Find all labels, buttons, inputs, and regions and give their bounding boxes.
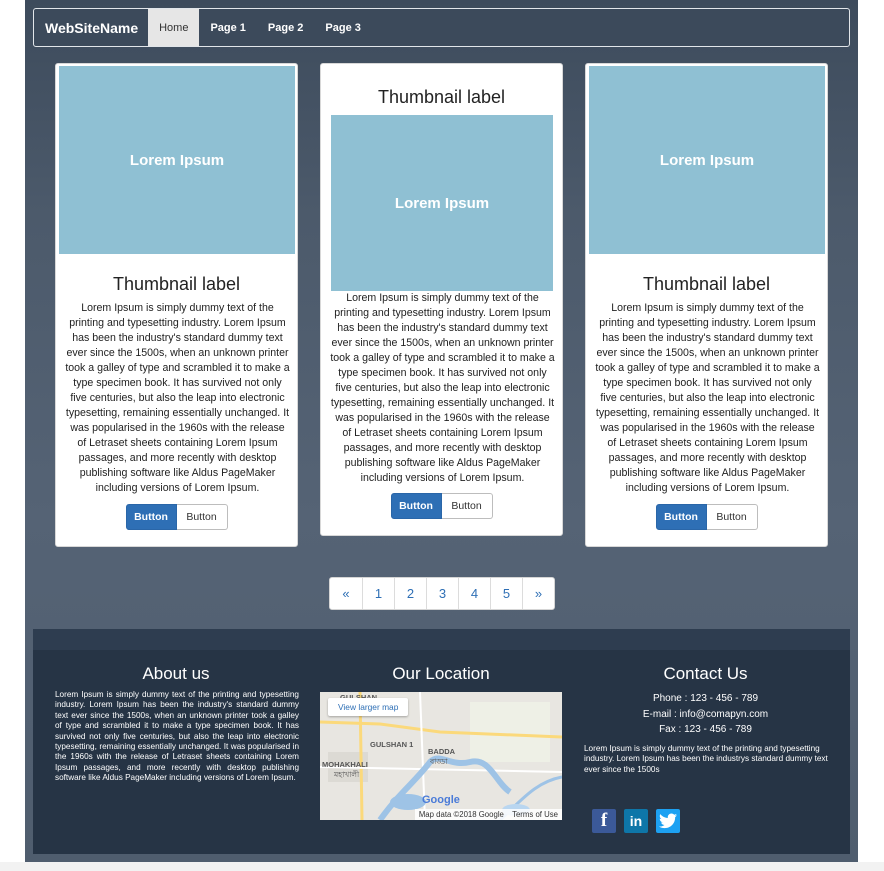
pagination-page-5[interactable]: 5 [490,578,522,609]
map-label-badda: BADDA [428,747,456,756]
pagination-next[interactable]: » [522,578,554,609]
twitter-bird [659,813,677,829]
primary-button[interactable]: Button [390,493,442,519]
pagination-page-3[interactable]: 3 [426,578,458,609]
contact-phone: Phone : 123 - 456 - 789 [652,693,759,704]
button-group: Button Button [321,493,562,519]
page-background: WebSiteName Home Page 1 Page 2 Page 3 Lo… [25,0,858,862]
contact-email: E-mail : info@comapyn.com [642,709,769,720]
footer: About us Lorem Ipsum is simply dummy tex… [33,629,850,854]
thumbnail-image: Lorem Ipsum [59,66,295,254]
twitter-icon[interactable] [656,809,680,833]
button-group: Button Button [56,504,297,530]
nav-page-1[interactable]: Page 1 [199,9,256,46]
map-attribution: Map data ©2018 Google Terms of Use [414,809,562,820]
location-map[interactable]: GULSHAN GULSHAN 1 BADDA MOHAKHALI মহাখাল… [320,692,562,820]
default-button[interactable]: Button [441,493,493,519]
thumbnail-image: Lorem Ipsum [589,66,825,254]
map-label-badda-bn: বাড্ডা [430,757,448,766]
map-label-mohakhali: MOHAKHALI [322,760,368,769]
pagination-page-2[interactable]: 2 [394,578,426,609]
about-title: About us [142,664,210,683]
nav-home[interactable]: Home [148,9,200,46]
button-group: Button Button [586,504,827,530]
pagination-page-1[interactable]: 1 [362,578,394,609]
thumbnail-title: Thumbnail label [377,87,506,107]
about-text: Lorem Ipsum is simply dummy text of the … [55,690,299,783]
brand-link[interactable]: WebSiteName [34,9,148,46]
default-button[interactable]: Button [706,504,758,530]
linkedin-icon[interactable]: in [624,809,648,833]
contact-title: Contact Us [663,664,748,683]
default-button[interactable]: Button [176,504,228,530]
thumbnail-card-3: Lorem Ipsum Thumbnail label Lorem Ipsum … [585,63,828,547]
thumbnail-text: Lorem Ipsum is simply dummy text of the … [330,292,555,484]
bottom-strip [0,862,884,871]
contact-text: Lorem Ipsum is simply dummy text of the … [584,744,828,774]
thumbnail-title: Thumbnail label [642,274,771,294]
primary-button[interactable]: Button [125,504,177,530]
primary-button[interactable]: Button [655,504,707,530]
contact-fax: Fax : 123 - 456 - 789 [659,724,752,735]
google-logo: Google [422,794,460,806]
nav-page-3[interactable]: Page 3 [314,9,371,46]
facebook-icon[interactable]: f [592,809,616,833]
thumbnail-text: Lorem Ipsum is simply dummy text of the … [65,302,290,494]
thumbnail-card-2: Thumbnail label Lorem Ipsum Lorem Ipsum … [320,63,563,536]
thumbnail-text: Lorem Ipsum is simply dummy text of the … [595,302,820,494]
pagination-page-4[interactable]: 4 [458,578,490,609]
thumbnail-title: Thumbnail label [112,274,241,294]
navbar: WebSiteName Home Page 1 Page 2 Page 3 [33,8,850,47]
thumbnail-image: Lorem Ipsum [331,115,553,291]
view-larger-map-link[interactable]: View larger map [328,698,409,716]
map-data-text: Map data ©2018 Google [418,810,504,819]
map-label-gulshan-1: GULSHAN 1 [370,740,414,749]
thumbnail-card-1: Lorem Ipsum Thumbnail label Lorem Ipsum … [55,63,298,547]
map-label-mohakhali-bn: মহাখালী [334,770,360,779]
location-title: Our Location [392,664,490,683]
pagination: « 1 2 3 4 5 » [329,577,555,610]
nav-page-2[interactable]: Page 2 [257,9,314,46]
pagination-prev[interactable]: « [330,578,362,609]
terms-of-use-link[interactable]: Terms of Use [512,810,558,819]
